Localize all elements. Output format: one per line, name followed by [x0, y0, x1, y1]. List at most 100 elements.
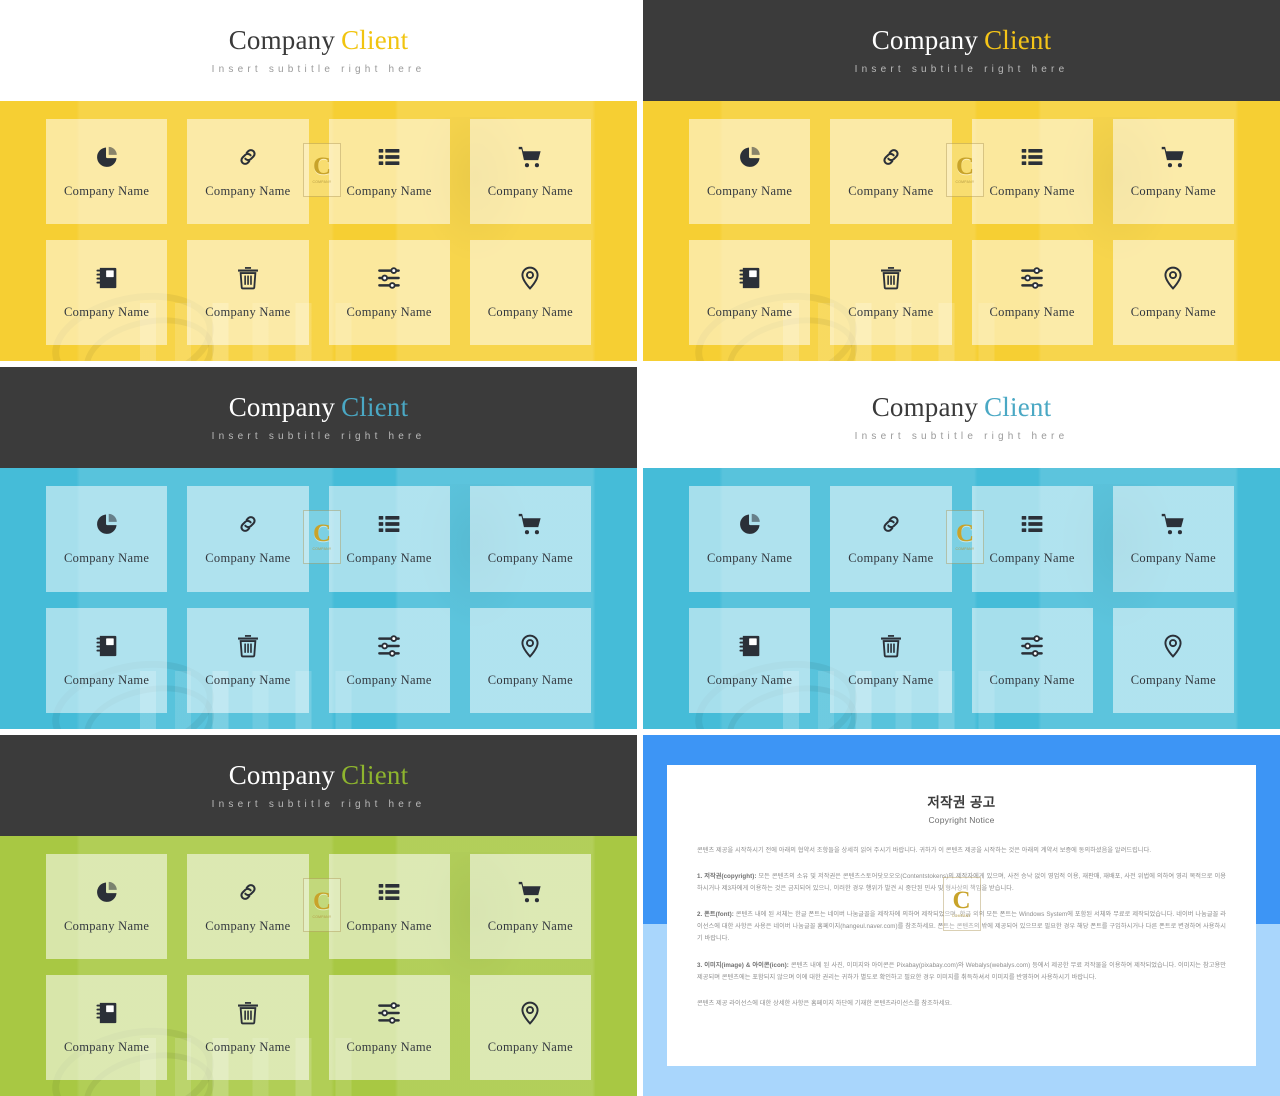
company-tile[interactable]: Company Name: [971, 486, 1093, 592]
company-tile[interactable]: Company Name: [46, 119, 168, 224]
company-tile[interactable]: Company Name: [1112, 240, 1234, 345]
company-tile[interactable]: Company Name: [971, 607, 1093, 713]
slide-blue-light[interactable]: Company Client Insert subtitle right here…: [643, 367, 1280, 729]
slide-blue-dark[interactable]: Company Client Insert subtitle right here…: [0, 367, 637, 729]
company-tile[interactable]: Company Name: [469, 975, 591, 1080]
title-word-client: Client: [984, 391, 1052, 422]
company-tile[interactable]: Company Name: [830, 486, 952, 592]
company-tile-label: Company Name: [346, 551, 432, 566]
company-tile-label: Company Name: [346, 1040, 432, 1054]
company-tile[interactable]: Company Name: [971, 240, 1093, 345]
company-tile[interactable]: Company Name: [187, 240, 309, 345]
trash-icon: [235, 265, 261, 291]
copyright-paragraph-2-heading: 2. 폰트(font):: [697, 911, 734, 919]
copyright-intro: 콘텐츠 제공을 시작하시기 전에 아래의 협약서 조항들을 상세히 읽어 주시기…: [697, 847, 1152, 854]
company-tile-label: Company Name: [487, 919, 573, 933]
pie-chart-icon: [94, 511, 120, 537]
company-tile-label: Company Name: [1130, 305, 1216, 319]
slide-copyright[interactable]: 저작권 공고 Copyright Notice 콘텐츠 제공을 시작하시기 전에…: [643, 735, 1280, 1096]
company-tile-label: Company Name: [346, 305, 432, 319]
tile-grid: Company Name Company Name Company Name Comp…: [643, 468, 1280, 729]
list-icon: [1019, 511, 1045, 537]
sliders-icon: [1019, 265, 1045, 291]
shopping-cart-icon: [1160, 144, 1186, 170]
company-tile[interactable]: Company Name: [689, 486, 811, 592]
page-title: Company Client: [229, 760, 409, 791]
company-tile-label: Company Name: [707, 184, 793, 198]
company-tile-label: Company Name: [487, 184, 573, 198]
company-tile[interactable]: Company Name: [689, 240, 811, 345]
company-tile[interactable]: Company Name: [187, 607, 309, 713]
company-tile-label: Company Name: [487, 672, 573, 687]
company-tile[interactable]: Company Name: [1112, 607, 1234, 713]
company-tile-label: Company Name: [346, 184, 432, 198]
tile-grid: Company Name Company Name Company Name Comp…: [643, 101, 1280, 361]
slide-header: Company Client Insert subtitle right here: [643, 367, 1280, 468]
company-tile[interactable]: Company Name: [328, 854, 450, 959]
company-tile[interactable]: Company Name: [328, 240, 450, 345]
shopping-cart-icon: [1160, 511, 1186, 537]
page-subtitle: Insert subtitle right here: [854, 64, 1069, 76]
trash-icon: [235, 1000, 261, 1026]
company-tile-label: Company Name: [848, 672, 934, 687]
trash-icon: [878, 633, 904, 659]
company-tile-label: Company Name: [848, 184, 934, 198]
pie-chart-icon: [737, 511, 763, 537]
company-tile[interactable]: Company Name: [830, 240, 952, 345]
page-title: Company Client: [229, 392, 409, 423]
company-tile-label: Company Name: [346, 919, 432, 933]
company-tile[interactable]: Company Name: [830, 607, 952, 713]
company-tile[interactable]: Company Name: [469, 854, 591, 959]
company-tile-label: Company Name: [205, 184, 291, 198]
company-tile[interactable]: Company Name: [328, 119, 450, 224]
company-tile[interactable]: Company Name: [469, 486, 591, 592]
company-tile[interactable]: Company Name: [469, 119, 591, 224]
company-tile[interactable]: Company Name: [46, 486, 168, 592]
company-tile[interactable]: Company Name: [328, 607, 450, 713]
company-tile[interactable]: Company Name: [830, 119, 952, 224]
company-tile[interactable]: Company Name: [689, 119, 811, 224]
company-tile[interactable]: Company Name: [46, 854, 168, 959]
company-tile-label: Company Name: [707, 551, 793, 566]
company-tile-label: Company Name: [848, 551, 934, 566]
slide-body: Company Name Company Name Company Name Comp…: [0, 468, 637, 729]
company-tile-label: Company Name: [487, 551, 573, 566]
copyright-footer: 콘텐츠 제공 라이선스에 대한 상세한 사항은 홈페이지 하단에 기재한 콘텐츠…: [697, 999, 952, 1007]
company-tile[interactable]: Company Name: [328, 975, 450, 1080]
company-tile-label: Company Name: [205, 672, 291, 687]
company-tile[interactable]: Company Name: [469, 240, 591, 345]
title-word-client: Client: [341, 24, 409, 55]
company-tile[interactable]: Company Name: [469, 607, 591, 713]
company-tile[interactable]: Company Name: [46, 240, 168, 345]
sliders-icon: [376, 633, 402, 659]
copyright-paragraph-3-heading: 3. 이미지(image) & 아이콘(icon):: [697, 961, 789, 969]
company-tile[interactable]: Company Name: [1112, 486, 1234, 592]
notebook-icon: [737, 633, 763, 659]
page-subtitle: Insert subtitle right here: [211, 64, 426, 76]
slide-body: Company Name Company Name Company Name Comp…: [0, 101, 637, 361]
title-word-company: Company: [871, 24, 979, 55]
company-tile[interactable]: Company Name: [46, 607, 168, 713]
company-tile[interactable]: Company Name: [46, 975, 168, 1080]
company-tile[interactable]: Company Name: [328, 486, 450, 592]
notebook-icon: [737, 265, 763, 291]
company-tile[interactable]: Company Name: [689, 607, 811, 713]
tile-grid: Company Name Company Name Company Name Comp…: [0, 468, 637, 729]
company-tile-label: Company Name: [205, 919, 291, 933]
company-tile[interactable]: Company Name: [187, 119, 309, 224]
slide-yellow-dark[interactable]: Company Client Insert subtitle right here…: [643, 0, 1280, 361]
company-tile[interactable]: Company Name: [187, 975, 309, 1080]
copyright-subtitle: Copyright Notice: [928, 815, 995, 825]
company-tile[interactable]: Company Name: [1112, 119, 1234, 224]
company-tile-label: Company Name: [64, 919, 150, 933]
slide-green-dark[interactable]: Company Client Insert subtitle right here…: [0, 735, 637, 1096]
company-tile[interactable]: Company Name: [971, 119, 1093, 224]
company-tile[interactable]: Company Name: [187, 854, 309, 959]
copyright-paragraph-2-text: 콘텐츠 내에 된 서체는 한글 폰트는 네이버 나눔글꼴을 제작자에 의하여 제…: [697, 911, 1226, 943]
slide-body: Company Name Company Name Company Name Comp…: [643, 468, 1280, 729]
company-tile[interactable]: Company Name: [187, 486, 309, 592]
page-title: Company Client: [871, 24, 1052, 56]
list-icon: [376, 144, 402, 170]
company-tile-label: Company Name: [205, 305, 291, 319]
slide-yellow-light[interactable]: Company Client Insert subtitle right here…: [0, 0, 637, 361]
